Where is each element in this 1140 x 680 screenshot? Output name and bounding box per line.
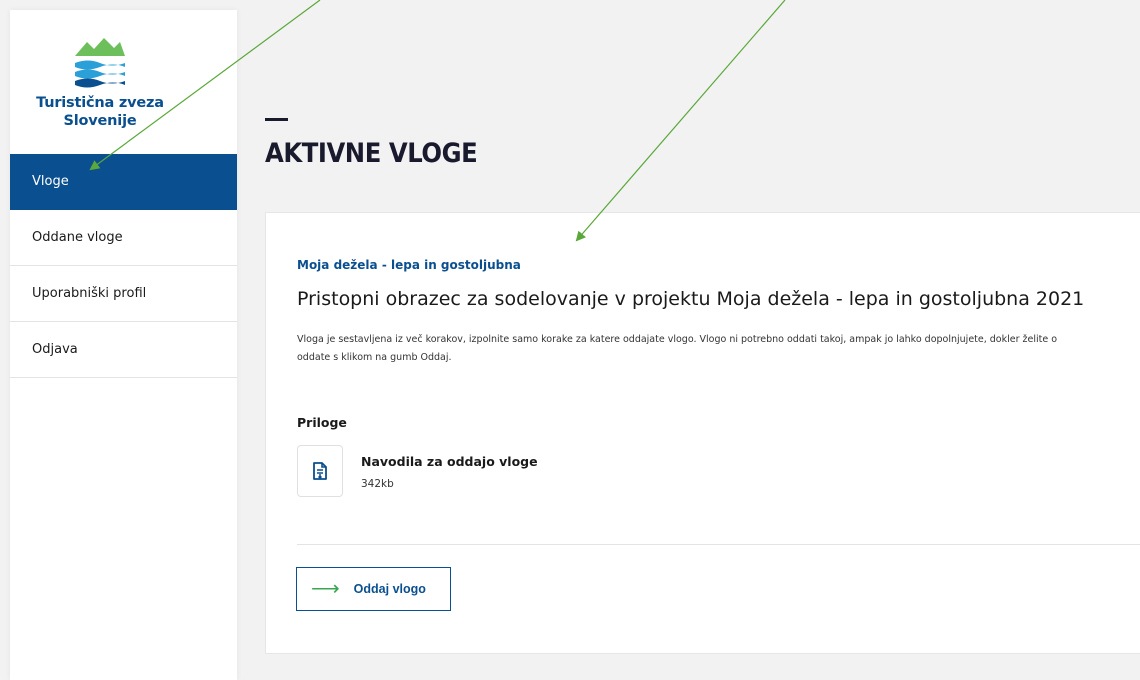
- application-description: Vloga je sestavljena iz več korakov, izp…: [297, 331, 1140, 367]
- card-divider: [297, 544, 1140, 545]
- annotation-arrow-right: [575, 0, 786, 242]
- application-title: Pristopni obrazec za sodelovanje v proje…: [297, 288, 1085, 310]
- sidebar-item-vloge[interactable]: Vloge: [10, 154, 237, 210]
- brand-name-line1: Turistična zveza: [36, 95, 164, 111]
- attachments-heading: Priloge: [297, 415, 347, 430]
- attachment-name[interactable]: Navodila za oddajo vloge: [361, 454, 538, 469]
- page-title: AKTIVNE VLOGE: [265, 138, 478, 169]
- brand-logo[interactable]: Turistična zveza Slovenije: [10, 36, 190, 130]
- description-line-2: oddate s klikom na gumb Oddaj.: [297, 352, 452, 363]
- file-download-icon: [313, 462, 327, 480]
- submit-button-label: Oddaj vlogo: [353, 582, 426, 596]
- attachment-size: 342kb: [361, 478, 394, 490]
- brand-name: Turistična zveza Slovenije: [10, 94, 190, 130]
- heading-dash: [265, 118, 288, 121]
- sidebar-item-uporabniski-profil[interactable]: Uporabniški profil: [10, 266, 237, 322]
- brand-name-line2: Slovenije: [63, 113, 137, 129]
- application-card: Moja dežela - lepa in gostoljubna Pristo…: [265, 212, 1140, 654]
- logo-mark-icon: [75, 38, 125, 88]
- sidebar-nav: Vloge Oddane vloge Uporabniški profil Od…: [10, 154, 237, 378]
- arrow-right-icon: ⟶: [311, 578, 340, 600]
- attachment-download[interactable]: [297, 445, 343, 497]
- submit-application-button[interactable]: ⟶ Oddaj vlogo: [296, 567, 451, 611]
- description-line-1: Vloga je sestavljena iz več korakov, izp…: [297, 334, 1058, 345]
- sidebar-item-oddane-vloge[interactable]: Oddane vloge: [10, 210, 237, 266]
- sidebar-item-odjava[interactable]: Odjava: [10, 322, 237, 378]
- sidebar: Turistična zveza Slovenije Vloge Oddane …: [10, 10, 237, 680]
- application-category: Moja dežela - lepa in gostoljubna: [297, 258, 521, 272]
